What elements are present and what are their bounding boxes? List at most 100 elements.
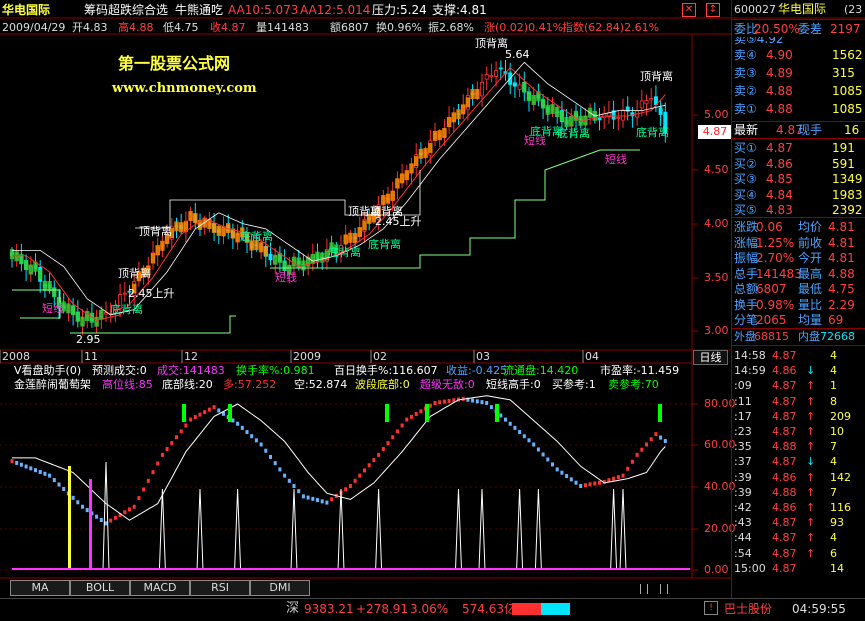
osc-block — [442, 399, 446, 404]
trend-ribbon — [179, 222, 184, 233]
osc-block — [659, 435, 663, 440]
tab-dmi[interactable]: DMI — [250, 580, 310, 596]
candle-body — [512, 82, 517, 87]
osc-block — [170, 441, 174, 446]
osc-block — [29, 466, 33, 471]
tick-time: :09 — [734, 379, 752, 393]
tick-price: 4.87 — [772, 455, 797, 469]
quote-code: 600027 — [734, 3, 776, 16]
osc-block — [95, 514, 99, 519]
osc-block — [663, 439, 667, 444]
scroll-right-icon[interactable] — [660, 584, 668, 594]
buy-level-label: 买④ — [734, 187, 757, 202]
buy-level-vol: 2392 — [832, 203, 863, 217]
osc-block — [438, 400, 442, 405]
quote-name: 华电国际 — [778, 2, 827, 16]
alert-icon[interactable]: ! — [704, 601, 718, 615]
osc-block — [560, 470, 564, 475]
now-label: 现手 — [798, 123, 823, 137]
osc-block — [292, 484, 296, 488]
candle-body — [517, 84, 522, 90]
osc-block — [348, 484, 352, 488]
osc-block — [132, 504, 136, 509]
tab-rsi[interactable]: RSI — [190, 580, 250, 596]
osc-block — [160, 452, 164, 457]
tick-direction: ↑ — [806, 531, 816, 545]
tick-volume: 7 — [830, 440, 837, 454]
tick-direction: ↓ — [806, 455, 816, 469]
chart-annotation: 底背离 — [368, 237, 401, 251]
osc-block — [508, 421, 512, 426]
ind2-short-master: 短线高手:0 — [486, 378, 541, 391]
osc-block — [264, 448, 268, 453]
candle-body — [639, 100, 644, 109]
trend-ribbon — [155, 245, 160, 256]
osc-block — [48, 473, 52, 478]
status-time: 04:59:55 — [792, 602, 846, 616]
osc-block — [62, 486, 66, 491]
candle-body — [621, 109, 626, 121]
osc-block — [10, 459, 14, 464]
osc-block — [19, 462, 23, 467]
trend-ribbon — [75, 311, 80, 322]
trend-ribbon — [409, 163, 414, 174]
tab-macd[interactable]: MACD — [130, 580, 190, 596]
tab-ma[interactable]: MA — [10, 580, 70, 596]
chart-annotation: 底背离 — [240, 229, 273, 243]
quote-panel: 600027 华电国际 (23 委比 20.50% 委差 2197 卖⑤4.92… — [731, 0, 865, 598]
chart-annotation: 顶背离 — [118, 266, 151, 280]
osc-block — [574, 480, 578, 485]
osc-block — [99, 518, 103, 523]
tick-time: :37 — [734, 455, 752, 469]
buy-level-vol: 591 — [832, 156, 855, 171]
scroll-left-icon[interactable] — [640, 584, 648, 594]
status-market: 深 — [286, 601, 300, 616]
period-button[interactable]: 日线 — [693, 350, 728, 365]
osc-spike — [102, 461, 110, 571]
tick-price: 4.87 — [772, 546, 797, 560]
sell-level-label: 卖② — [734, 84, 757, 98]
osc-block — [165, 446, 169, 451]
tick-volume: 6 — [830, 546, 837, 560]
ind1-pe: 市盈率:-11.459 — [600, 364, 680, 377]
trend-ribbon — [418, 148, 424, 159]
osc-block — [598, 480, 601, 485]
trend-ribbon — [545, 104, 550, 115]
stat-label: 前收 — [798, 235, 823, 250]
osc-block — [419, 409, 423, 414]
sell-signal-bar — [658, 404, 662, 422]
now-vol: 16 — [844, 123, 860, 137]
osc-block — [254, 438, 258, 443]
trend-ribbon — [94, 316, 99, 327]
ind2-buy-ref: 买参考:1 — [552, 378, 596, 391]
osc-block — [193, 415, 197, 420]
tick-time: :54 — [734, 546, 752, 560]
stat-label: 涨幅 — [734, 235, 759, 250]
buy-level-price: 4.83 — [766, 203, 793, 217]
trend-ribbon — [470, 89, 475, 100]
osc-block — [541, 452, 545, 457]
trend-ribbon — [348, 232, 353, 243]
osc-block — [593, 481, 597, 486]
ind2-long: 多:57.252 — [223, 378, 277, 391]
osc-block — [24, 464, 28, 469]
ind1-name[interactable]: V看盘助手(0) — [14, 364, 81, 378]
stat-value: 0.98% — [756, 297, 795, 312]
trend-ribbon — [273, 254, 278, 265]
trend-ribbon — [564, 116, 569, 127]
candle-body — [484, 74, 489, 80]
tab-boll[interactable]: BOLL — [70, 580, 130, 596]
trend-ribbon — [385, 193, 391, 204]
stat-value: 0.06 — [756, 220, 783, 234]
trend-ribbon — [193, 213, 198, 224]
osc-block — [630, 459, 634, 464]
trend-ribbon — [390, 190, 395, 201]
ma-line-red — [12, 66, 666, 321]
ind2-name[interactable]: 金莲醉闹葡萄架 — [14, 378, 91, 392]
ind2-high-line: 高位线:85 — [102, 378, 153, 391]
status-news[interactable]: 巴士股份 — [724, 602, 772, 616]
osc-block — [645, 442, 648, 447]
ind2-wave: 波段底部:0 — [355, 378, 410, 391]
chart-annotation: 2.45上升 — [375, 215, 422, 228]
buy-level-price: 4.84 — [766, 187, 793, 202]
